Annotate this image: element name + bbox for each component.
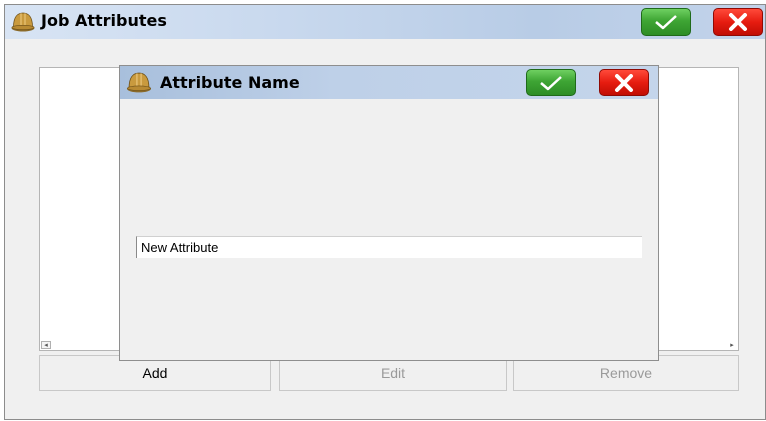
attribute-name-input[interactable] [136,236,642,258]
window-titlebar: Job Attributes [5,5,765,39]
dialog-titlebar: Attribute Name [120,66,658,99]
attribute-name-dialog: Attribute Name [119,65,659,361]
scroll-right-arrow[interactable]: ▸ [728,341,736,349]
cancel-button[interactable] [713,8,763,36]
hard-hat-icon [11,12,35,32]
ok-button[interactable] [641,8,691,36]
close-x-icon [615,73,633,92]
dialog-cancel-button[interactable] [599,69,649,96]
job-attributes-window: Job Attributes ◂ ▸ Add Edit Remove Attri… [4,4,766,420]
checkmark-icon [655,15,677,30]
checkmark-icon [540,75,562,90]
window-title: Job Attributes [41,11,167,30]
close-x-icon [729,13,747,31]
dialog-title: Attribute Name [160,73,300,92]
scroll-left-arrow[interactable]: ◂ [41,341,51,349]
dialog-ok-button[interactable] [526,69,576,96]
hard-hat-icon [126,72,152,93]
